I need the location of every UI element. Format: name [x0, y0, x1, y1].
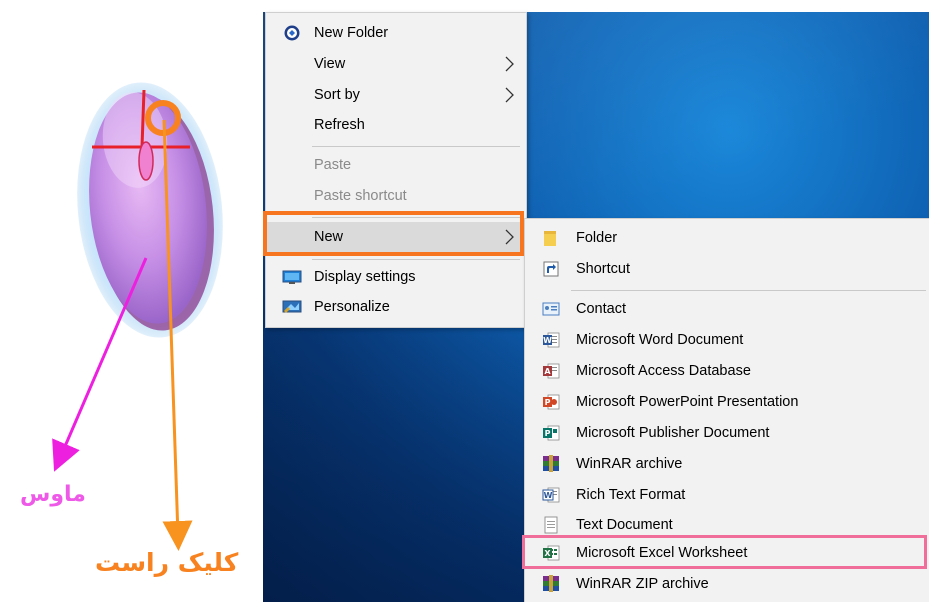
- contact-icon: [541, 299, 561, 319]
- submenu-item-label: WinRAR archive: [576, 456, 683, 472]
- menu-separator: [312, 146, 520, 147]
- menu-item-personalize[interactable]: Personalize: [266, 293, 526, 321]
- submenu-item-label: WinRAR ZIP archive: [576, 576, 709, 592]
- menu-item-sort-by[interactable]: Sort by: [266, 81, 526, 109]
- menu-item-paste: Paste: [266, 151, 526, 179]
- svg-text:X: X: [544, 549, 551, 558]
- personalize-icon: [282, 297, 302, 317]
- new-submenu: Folder Shortcut Contact W Microsoft Word…: [524, 218, 929, 602]
- publisher-icon: P: [541, 423, 561, 443]
- submenu-item-label: Microsoft Access Database: [576, 363, 751, 379]
- menu-separator: [312, 259, 520, 260]
- menu-item-label: Personalize: [314, 299, 390, 315]
- chevron-right-icon: [505, 229, 514, 245]
- shortcut-icon: [541, 259, 561, 279]
- svg-text:P: P: [545, 398, 551, 407]
- right-click-caption: کلیک راست: [95, 548, 239, 577]
- submenu-item-label: Contact: [576, 301, 626, 317]
- new-folder-icon: [282, 23, 302, 43]
- submenu-item-powerpoint[interactable]: P Microsoft PowerPoint Presentation: [525, 388, 929, 416]
- word-icon: W: [541, 330, 561, 350]
- submenu-item-label: Microsoft Word Document: [576, 332, 744, 348]
- submenu-item-folder[interactable]: Folder: [525, 224, 929, 252]
- winrar-zip-icon: [541, 574, 561, 594]
- text-document-icon: [541, 515, 561, 535]
- submenu-item-label: Microsoft Publisher Document: [576, 425, 770, 441]
- menu-item-view[interactable]: View: [266, 50, 526, 78]
- svg-text:W: W: [544, 491, 553, 500]
- submenu-item-label: Microsoft Excel Worksheet: [576, 545, 748, 561]
- svg-text:W: W: [543, 336, 552, 345]
- excel-icon: X: [541, 543, 561, 563]
- access-icon: A: [541, 361, 561, 381]
- submenu-item-label: Rich Text Format: [576, 487, 686, 503]
- chevron-right-icon: [505, 87, 514, 103]
- winrar-icon: [541, 454, 561, 474]
- mouse-caption: ماوس: [20, 482, 86, 507]
- menu-item-label: Sort by: [314, 87, 360, 103]
- submenu-item-publisher[interactable]: P Microsoft Publisher Document: [525, 419, 929, 447]
- submenu-item-rtf[interactable]: W Rich Text Format: [525, 481, 929, 509]
- display-settings-icon: [282, 267, 302, 287]
- submenu-item-word[interactable]: W Microsoft Word Document: [525, 326, 929, 354]
- submenu-item-label: Text Document: [576, 517, 673, 533]
- menu-item-display-settings[interactable]: Display settings: [266, 263, 526, 291]
- menu-item-label: Display settings: [314, 269, 416, 285]
- menu-item-label: Paste shortcut: [314, 188, 407, 204]
- menu-item-refresh[interactable]: Refresh: [266, 111, 526, 139]
- submenu-item-access[interactable]: A Microsoft Access Database: [525, 357, 929, 385]
- menu-item-label: Paste: [314, 157, 352, 173]
- menu-item-new-folder[interactable]: New Folder: [266, 19, 526, 47]
- menu-item-new[interactable]: New: [266, 222, 526, 252]
- menu-separator: [312, 217, 520, 218]
- submenu-item-winrar[interactable]: WinRAR archive: [525, 450, 929, 478]
- submenu-item-text-document[interactable]: Text Document: [525, 511, 929, 539]
- submenu-item-excel[interactable]: X Microsoft Excel Worksheet: [525, 539, 929, 567]
- svg-text:A: A: [544, 367, 551, 376]
- powerpoint-icon: P: [541, 392, 561, 412]
- chevron-right-icon: [505, 56, 514, 72]
- menu-item-label: View: [314, 56, 346, 72]
- folder-icon: [541, 228, 561, 248]
- menu-item-label: Refresh: [314, 117, 365, 133]
- rtf-icon: W: [541, 485, 561, 505]
- submenu-item-label: Microsoft PowerPoint Presentation: [576, 394, 799, 410]
- desktop-context-menu: New Folder View Sort by Refresh Paste Pa…: [265, 12, 527, 328]
- menu-item-label: New: [314, 229, 344, 245]
- menu-item-label: New Folder: [314, 25, 389, 41]
- svg-text:P: P: [545, 429, 551, 438]
- submenu-item-label: Shortcut: [576, 261, 630, 277]
- submenu-item-contact[interactable]: Contact: [525, 295, 929, 323]
- screenshot-stage: New Folder View Sort by Refresh Paste Pa…: [0, 0, 929, 602]
- submenu-item-shortcut[interactable]: Shortcut: [525, 255, 929, 283]
- submenu-item-winrar-zip[interactable]: WinRAR ZIP archive: [525, 570, 929, 598]
- submenu-item-label: Folder: [576, 230, 618, 246]
- menu-separator: [571, 290, 926, 291]
- menu-item-paste-shortcut: Paste shortcut: [266, 182, 526, 210]
